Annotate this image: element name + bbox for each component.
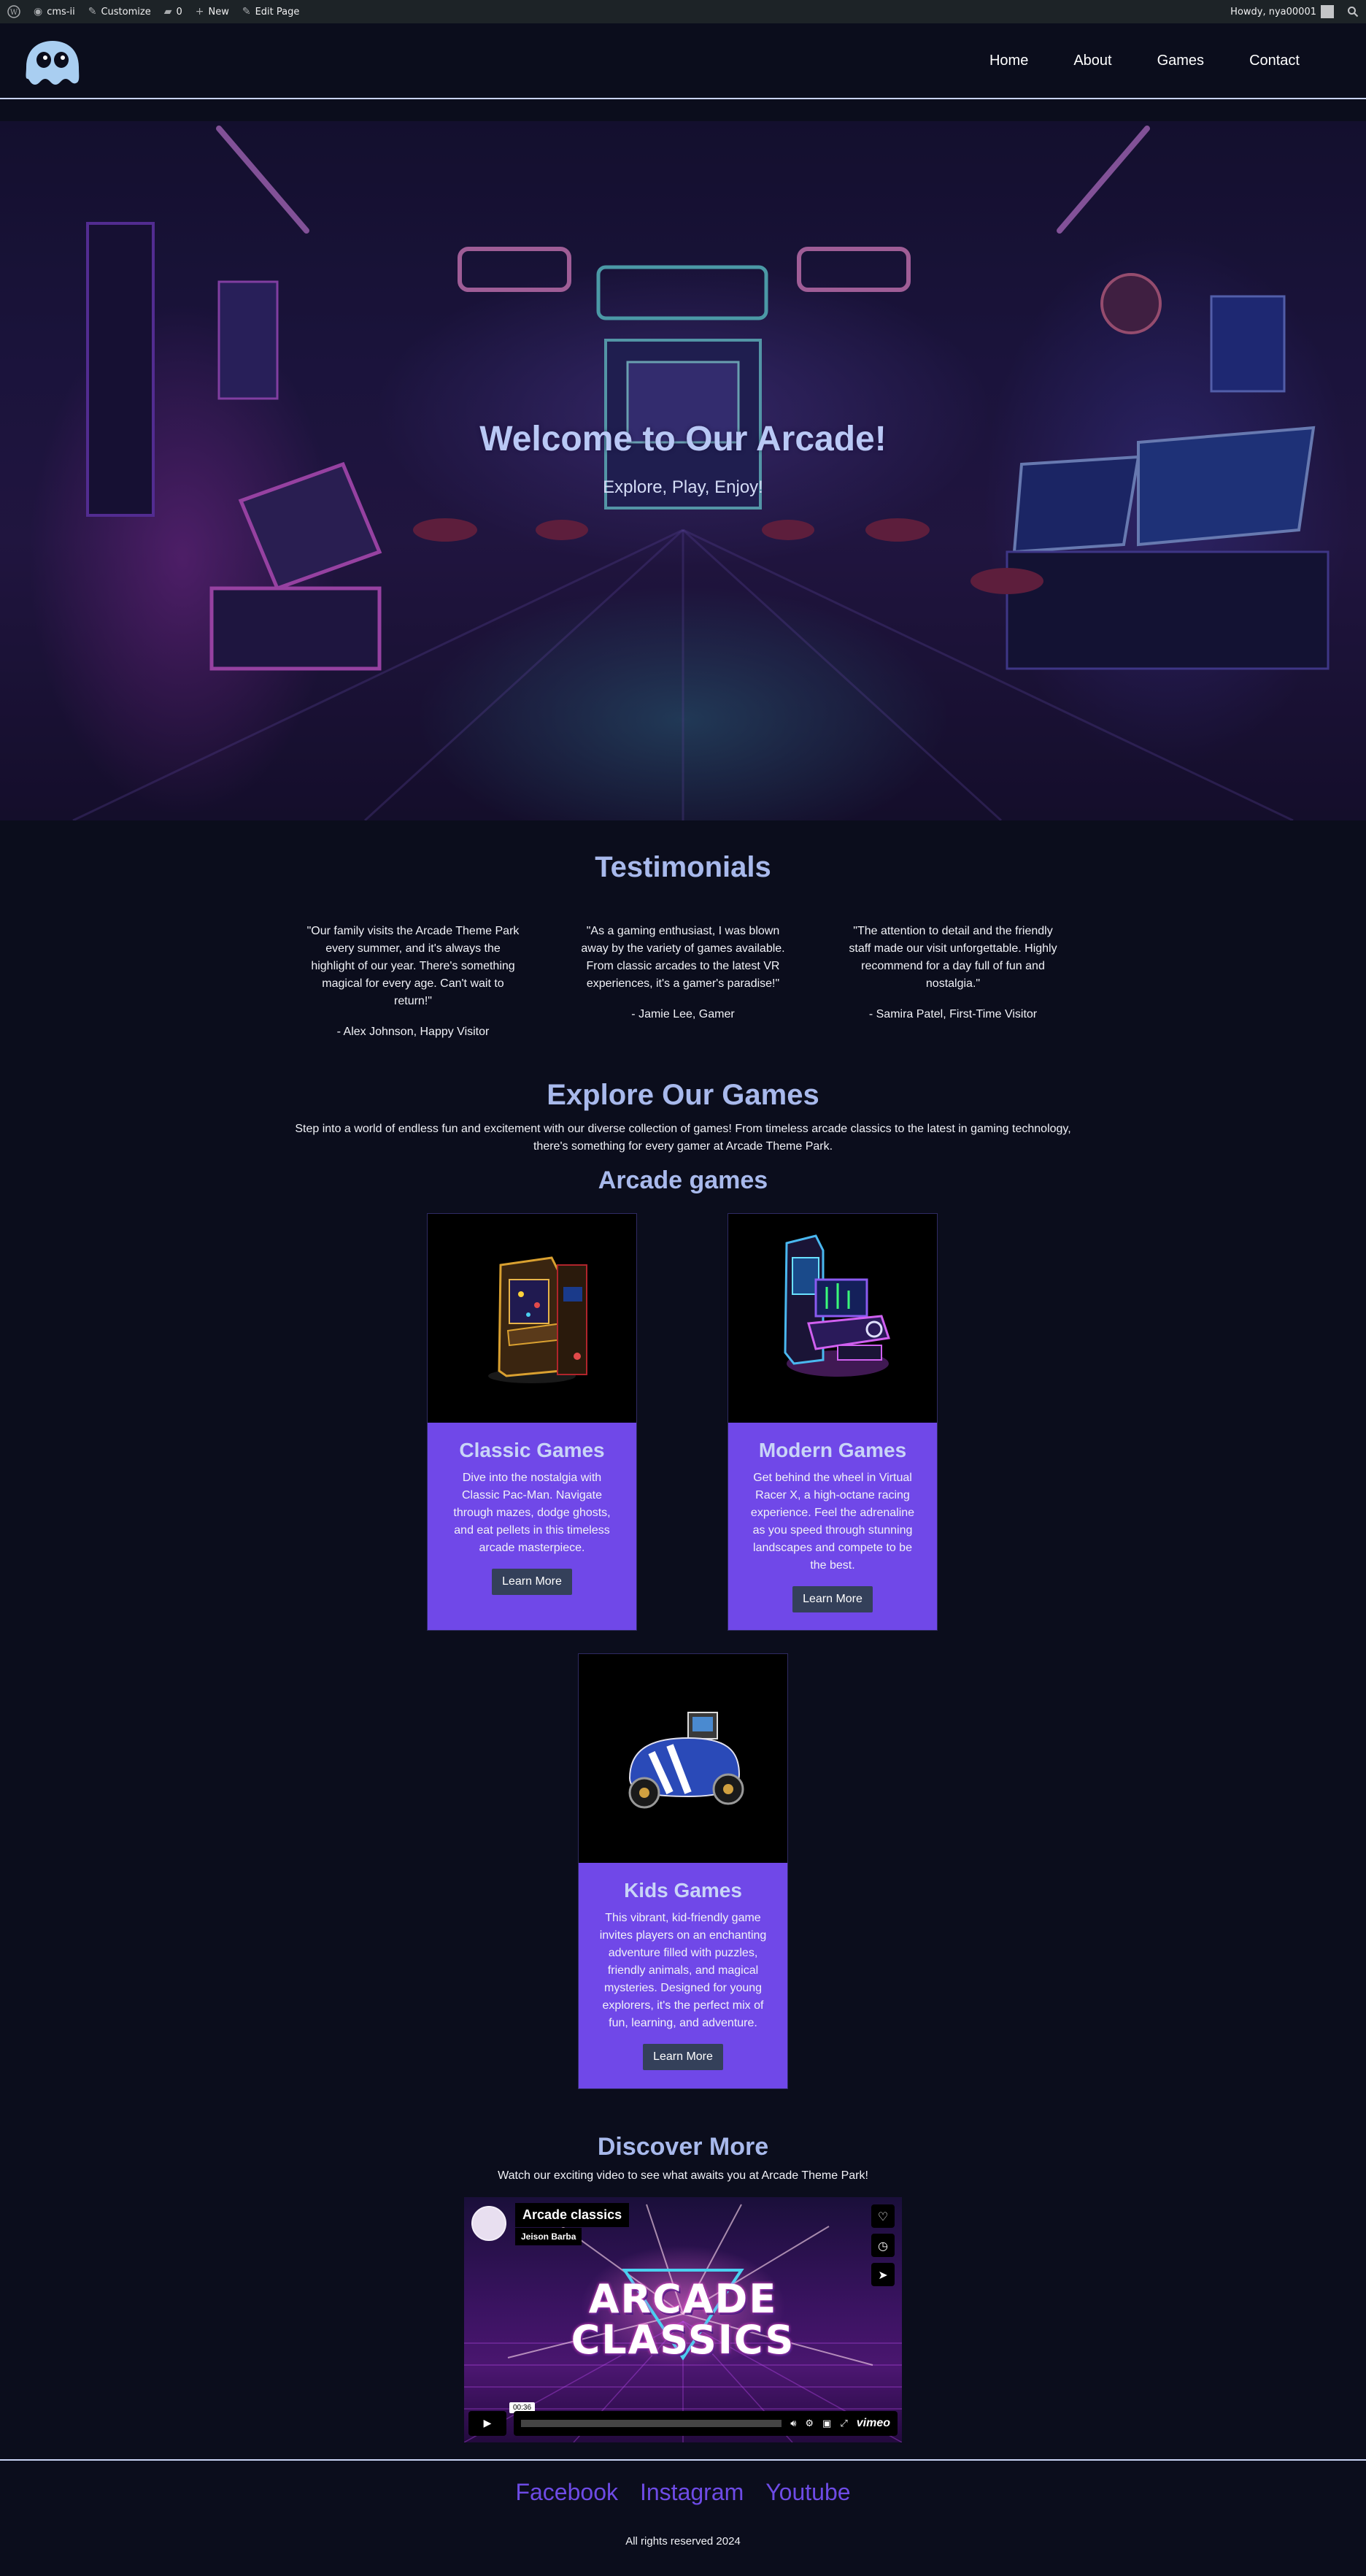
video-control-bar: 🔊︎ ⚙ ▣ ⤢ vimeo	[514, 2411, 898, 2436]
classic-cabinet-image	[428, 1214, 636, 1423]
testimonial-card: "Our family visits the Arcade Theme Park…	[304, 923, 522, 1041]
nav-games[interactable]: Games	[1135, 45, 1227, 77]
admin-comments-link[interactable]: ▰ 0	[164, 6, 182, 18]
nav-about[interactable]: About	[1051, 45, 1134, 77]
admin-bar-right: Howdy, nya00001	[1230, 5, 1359, 18]
admin-bar-left: W ◉ cms-ii ✎ Customize ▰ 0 + New ✎ Edit …	[7, 5, 299, 18]
testimonials-title: Testimonials	[595, 851, 771, 883]
avatar	[1321, 5, 1334, 18]
wordpress-logo-icon[interactable]: W	[7, 5, 20, 18]
testimonial-author: - Samira Patel, First-Time Visitor	[868, 1008, 1038, 1020]
copyright-text: All rights reserved 2024	[625, 2535, 741, 2548]
hero-section: Welcome to Our Arcade! Explore, Play, En…	[0, 121, 1366, 820]
game-card-modern: Modern Games Get behind the wheel in Vir…	[728, 1213, 938, 1631]
pip-icon[interactable]: ▣	[822, 2418, 831, 2429]
play-button[interactable]: ▶	[468, 2411, 506, 2436]
admin-new-label: New	[208, 6, 229, 18]
learn-more-button[interactable]: Learn More	[792, 1586, 873, 1612]
youtube-link[interactable]: Youtube	[765, 2479, 850, 2506]
settings-icon[interactable]: ⚙	[805, 2418, 814, 2429]
testimonial-quote: "Our family visits the Arcade Theme Park…	[306, 925, 520, 1007]
vimeo-logo[interactable]: vimeo	[857, 2417, 890, 2430]
video-title[interactable]: Arcade classics	[515, 2203, 630, 2227]
arcade-room-background	[0, 121, 1366, 820]
card-description: Get behind the wheel in Virtual Racer X,…	[750, 1472, 915, 1572]
admin-edit-link[interactable]: ✎ Edit Page	[242, 6, 300, 18]
comment-icon: ▰	[163, 6, 172, 18]
facebook-link[interactable]: Facebook	[515, 2479, 618, 2506]
kids-car-image	[579, 1654, 787, 1863]
discover-title: Discover More	[597, 2133, 769, 2161]
footer-divider	[0, 2459, 1366, 2461]
pencil-icon: ✎	[242, 6, 251, 18]
brush-icon: ✎	[88, 6, 97, 18]
classic-arcade-cabinet-icon	[488, 1256, 587, 1383]
testimonial-author: - Jamie Lee, Gamer	[631, 1008, 735, 1020]
ghost-logo-icon[interactable]	[22, 38, 82, 86]
admin-customize-label: Customize	[101, 6, 151, 18]
admin-new-link[interactable]: + New	[196, 6, 229, 18]
card-description: This vibrant, kid-friendly game invites …	[599, 1912, 767, 2029]
admin-site-label: cms-ii	[47, 6, 75, 18]
discover-text: Watch our exciting video to see what awa…	[498, 2169, 868, 2182]
admin-howdy-label: Howdy, nya00001	[1230, 6, 1316, 18]
search-icon	[1348, 7, 1359, 18]
video-art-line: ARCADE	[588, 2276, 778, 2322]
video-art-text: ARCADE CLASSICS	[464, 2279, 902, 2361]
hero-title: Welcome to Our Arcade!	[479, 420, 887, 458]
fullscreen-icon[interactable]: ⤢	[840, 2418, 847, 2429]
admin-search-button[interactable]	[1347, 6, 1359, 18]
heart-icon[interactable]: ♡	[871, 2204, 895, 2228]
video-author[interactable]: Jeison Barba	[515, 2228, 582, 2245]
video-player[interactable]: ARCADE CLASSICS Arcade classics Jeison B…	[464, 2197, 902, 2442]
clock-icon[interactable]: ◷	[871, 2234, 895, 2257]
card-title: Kids Games	[624, 1879, 742, 1902]
plus-icon: +	[195, 6, 204, 18]
hero-subtitle: Explore, Play, Enjoy!	[603, 477, 763, 497]
admin-customize-link[interactable]: ✎ Customize	[88, 6, 151, 18]
card-title: Modern Games	[758, 1439, 907, 1461]
testimonial-card: "The attention to detail and the friendl…	[844, 923, 1062, 1023]
arcade-games-title: Arcade games	[598, 1166, 768, 1194]
video-progress-bar[interactable]	[521, 2420, 782, 2427]
admin-edit-label: Edit Page	[255, 6, 300, 18]
card-description: Dive into the nostalgia with Classic Pac…	[453, 1472, 611, 1554]
admin-site-link[interactable]: ◉ cms-ii	[34, 6, 75, 18]
learn-more-button[interactable]: Learn More	[643, 2044, 723, 2070]
instagram-link[interactable]: Instagram	[640, 2479, 744, 2506]
main-nav: Home About Games Contact	[967, 45, 1322, 77]
nav-contact[interactable]: Contact	[1227, 45, 1322, 77]
testimonial-quote: "The attention to detail and the friendl…	[849, 925, 1057, 990]
game-card-kids: Kids Games This vibrant, kid-friendly ga…	[578, 1653, 788, 2089]
admin-account-link[interactable]: Howdy, nya00001	[1230, 5, 1334, 18]
admin-bar: W ◉ cms-ii ✎ Customize ▰ 0 + New ✎ Edit …	[0, 0, 1366, 23]
admin-comments-count: 0	[176, 6, 182, 18]
site-header: Home About Games Contact	[0, 23, 1366, 99]
games-intro: Step into a world of endless fun and exc…	[295, 1123, 1071, 1153]
dashboard-icon: ◉	[34, 6, 43, 18]
share-icon[interactable]: ➤	[871, 2263, 895, 2286]
video-art-line: CLASSICS	[571, 2317, 795, 2363]
testimonial-card: "As a gaming enthusiast, I was blown awa…	[574, 923, 792, 1023]
modern-cabinet-image	[728, 1214, 937, 1423]
games-title: Explore Our Games	[547, 1079, 819, 1111]
volume-icon[interactable]: 🔊︎	[790, 2418, 796, 2429]
social-links: Facebook Instagram Youtube	[0, 2479, 1366, 2506]
learn-more-button[interactable]: Learn More	[492, 1569, 572, 1595]
testimonial-author: - Alex Johnson, Happy Visitor	[336, 1026, 490, 1038]
card-title: Classic Games	[459, 1439, 605, 1461]
video-controls: ▶ 🔊︎ ⚙ ▣ ⤢ vimeo	[468, 2410, 898, 2437]
modern-arcade-cabinet-icon	[784, 1234, 890, 1377]
game-card-classic: Classic Games Dive into the nostalgia wi…	[427, 1213, 637, 1631]
svg-text:W: W	[10, 9, 18, 17]
kids-race-car-icon	[628, 1712, 744, 1809]
testimonial-quote: "As a gaming enthusiast, I was blown awa…	[581, 925, 785, 990]
nav-home[interactable]: Home	[967, 45, 1051, 77]
channel-avatar[interactable]	[471, 2206, 506, 2241]
play-icon: ▶	[483, 2418, 492, 2429]
